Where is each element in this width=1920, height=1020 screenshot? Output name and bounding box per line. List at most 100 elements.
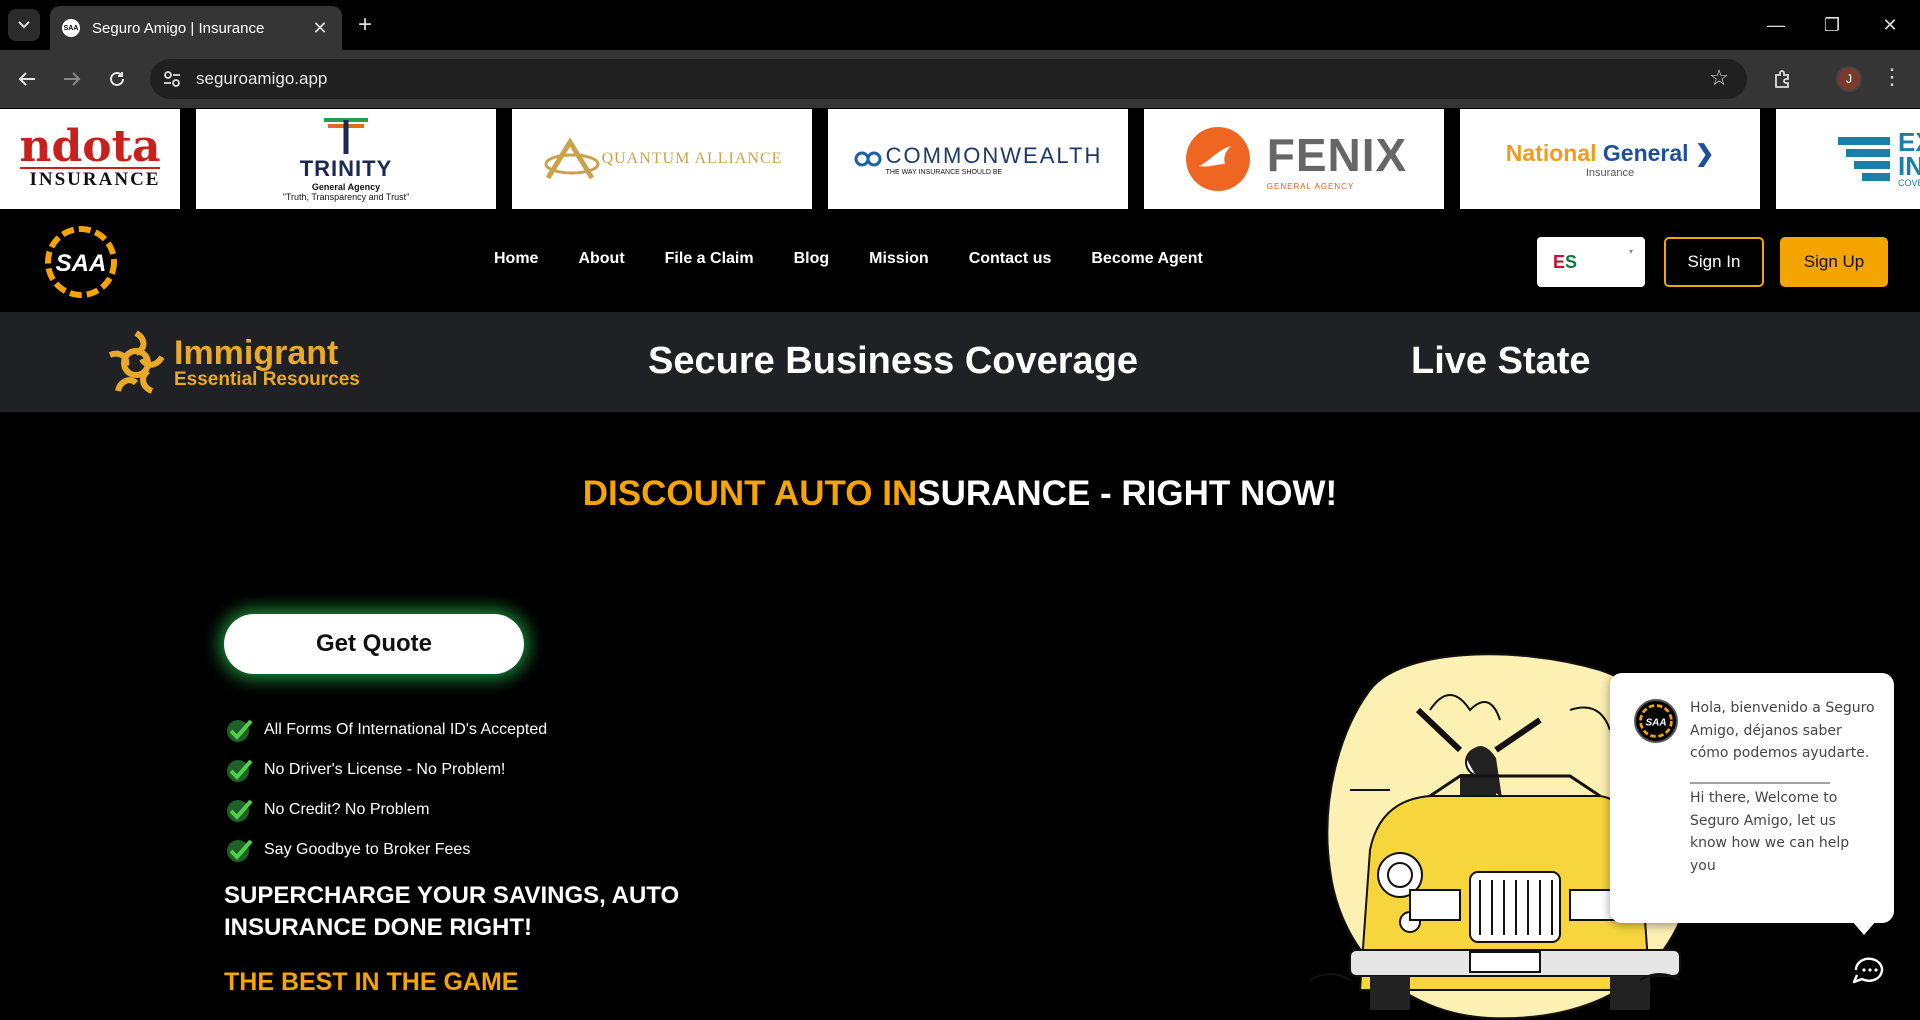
hero-headline: DISCOUNT AUTO INSURANCE - RIGHT NOW! <box>0 474 1920 514</box>
chat-bubble-icon[interactable] <box>1850 952 1888 990</box>
hero-headline-orange: DISCOUNT AUTO IN <box>582 474 918 513</box>
partner-logo-carousel: ndota INSURANCE TRINITY General Agency "… <box>0 108 1920 210</box>
scrolling-banner: Immigrant Essential Resources Secure Bus… <box>0 312 1920 412</box>
bookmark-star-icon[interactable]: ☆ <box>1709 65 1729 91</box>
chat-divider: ____________________ <box>1690 767 1830 784</box>
sign-up-button[interactable]: Sign Up <box>1780 237 1888 287</box>
browser-tab[interactable]: SAA Seguro Amigo | Insurance ✕ <box>50 6 342 50</box>
browser-toolbar: seguroamigo.app ☆ J ⋮ <box>0 50 1920 108</box>
checkmark-icon <box>227 759 253 782</box>
logo-natl-name-b: General <box>1602 139 1689 166</box>
lang-label-e: E <box>1553 251 1566 272</box>
logo-trinity-name: TRINITY <box>299 156 393 181</box>
reload-button[interactable] <box>102 64 132 94</box>
nav-file-a-claim[interactable]: File a Claim <box>665 250 754 268</box>
nav-home[interactable]: Home <box>494 250 538 268</box>
close-window-icon[interactable]: ✕ <box>1870 10 1910 40</box>
logo-trinity-sub: General Agency <box>311 182 381 192</box>
checkmark-icon <box>227 799 253 822</box>
logo-commonwealth-sub: THE WAY INSURANCE SHOULD BE <box>885 168 1003 176</box>
logo-quantum-alliance[interactable]: QUANTUM ALLIANCE <box>512 109 812 209</box>
nav-become-agent[interactable]: Become Agent <box>1091 250 1202 268</box>
tab-search-button[interactable] <box>8 9 40 41</box>
logo-fenix-sub: GENERAL AGENCY <box>1266 181 1355 191</box>
logo-commonwealth-name: COMMONWEALTH <box>885 142 1103 168</box>
svg-text:SAA: SAA <box>1645 718 1666 729</box>
logo-natl-name-a: National <box>1505 139 1597 166</box>
trinity-mark-icon <box>324 118 368 154</box>
ier-line2: Essential Resources <box>174 369 360 390</box>
logo-natl-chevron-icon: ❯ <box>1694 139 1715 166</box>
site-favicon-icon: SAA <box>62 19 80 37</box>
svg-text:SAA: SAA <box>56 250 107 277</box>
nav-blog[interactable]: Blog <box>794 250 830 268</box>
immigrant-essential-resources-logo[interactable]: Immigrant Essential Resources <box>104 328 360 398</box>
logo-fenix[interactable]: FENIX GENERAL AGENCY <box>1144 109 1444 209</box>
fenix-bird-icon <box>1185 127 1250 191</box>
tab-title: Seguro Amigo | Insurance <box>92 19 265 37</box>
chat-greeting-popup[interactable]: SAA Hola, bienvenido a Seguro Amigo, déj… <box>1610 673 1894 935</box>
logo-national-general[interactable]: National General ❯ Insurance <box>1460 109 1760 209</box>
browser-menu-icon[interactable]: ⋮ <box>1880 64 1904 94</box>
sign-in-button[interactable]: Sign In <box>1664 237 1764 287</box>
feature-item: No Credit? No Problem <box>224 790 547 830</box>
dropdown-caret-icon: ▾ <box>1628 247 1633 256</box>
logo-trinity[interactable]: TRINITY General Agency "Truth, Transpare… <box>196 109 496 209</box>
logo-trinity-tagline: "Truth, Transparency and Trust" <box>282 192 410 202</box>
forward-button[interactable] <box>57 64 87 94</box>
chevron-down-icon <box>18 21 30 29</box>
banner-item-live-state[interactable]: Live State <box>1411 340 1591 383</box>
banner-item-secure-business[interactable]: Secure Business Coverage <box>648 340 1138 383</box>
logo-commonwealth[interactable]: COMMONWEALTH THE WAY INSURANCE SHOULD BE <box>828 109 1128 209</box>
chat-message-english: Hi there, Welcome to Seguro Amigo, let u… <box>1690 790 1850 874</box>
forward-arrow-icon <box>64 72 81 86</box>
chat-avatar: SAA <box>1634 699 1678 743</box>
back-arrow-icon <box>18 72 35 86</box>
feature-item: Say Goodbye to Broker Fees <box>224 830 547 870</box>
url-text: seguroamigo.app <box>196 69 328 88</box>
checkmark-icon <box>227 839 253 862</box>
close-tab-icon[interactable]: ✕ <box>310 18 330 39</box>
feature-list: All Forms Of International ID's Accepted… <box>224 710 547 870</box>
feature-item: No Driver's License - No Problem! <box>224 750 547 790</box>
extensions-button[interactable] <box>1768 64 1798 94</box>
best-in-game-heading: THE BEST IN THE GAME <box>224 968 519 996</box>
puzzle-icon <box>1775 70 1789 88</box>
logo-excel-name-b: INS <box>1898 151 1920 181</box>
address-bar[interactable]: seguroamigo.app ☆ <box>150 59 1747 99</box>
logo-excel-sub: COVER <box>1898 178 1920 188</box>
excel-stripes-icon <box>1838 137 1890 181</box>
language-selector[interactable]: ES ▾ <box>1537 237 1645 287</box>
restore-icon[interactable]: ❐ <box>1812 10 1852 40</box>
site-header: SAA Home About File a Claim Blog Mission… <box>0 210 1920 312</box>
logo-dota-sub: INSURANCE <box>19 167 161 191</box>
site-settings-icon[interactable] <box>162 69 182 89</box>
browser-tab-strip: SAA Seguro Amigo | Insurance ✕ + — ❐ ✕ <box>0 0 1920 50</box>
logo-fenix-name: FENIX <box>1266 128 1408 181</box>
ier-line1: Immigrant <box>174 334 339 372</box>
quantum-mark-icon <box>544 137 600 180</box>
nav-about[interactable]: About <box>578 250 624 268</box>
back-button[interactable] <box>12 64 42 94</box>
new-tab-button[interactable]: + <box>352 12 378 38</box>
feature-text: No Credit? No Problem <box>264 801 430 818</box>
reload-icon <box>110 71 124 86</box>
seguro-amigo-logo[interactable]: SAA <box>38 224 124 300</box>
logo-dota[interactable]: ndota INSURANCE <box>0 109 180 209</box>
feature-text: No Driver's License - No Problem! <box>264 761 506 778</box>
hero-headline-white: SURANCE - RIGHT NOW! <box>917 474 1338 513</box>
nav-contact-us[interactable]: Contact us <box>969 250 1052 268</box>
nav-mission[interactable]: Mission <box>869 250 929 268</box>
logo-dota-name: ndota <box>19 121 161 172</box>
supercharge-heading: SUPERCHARGE YOUR SAVINGS, AUTO INSURANCE… <box>224 882 680 941</box>
main-navigation: Home About File a Claim Blog Mission Con… <box>494 250 1243 268</box>
logo-natl-sub: Insurance <box>1585 166 1635 179</box>
feature-text: Say Goodbye to Broker Fees <box>264 841 471 858</box>
minimize-icon[interactable]: — <box>1756 10 1796 40</box>
logo-excel[interactable]: EXC INS COVER <box>1776 109 1920 209</box>
checkmark-icon <box>227 719 253 742</box>
profile-avatar[interactable]: J <box>1836 66 1862 92</box>
get-quote-button[interactable]: Get Quote <box>224 614 524 674</box>
feature-text: All Forms Of International ID's Accepted <box>264 721 548 738</box>
commonwealth-mark-icon <box>854 151 882 167</box>
